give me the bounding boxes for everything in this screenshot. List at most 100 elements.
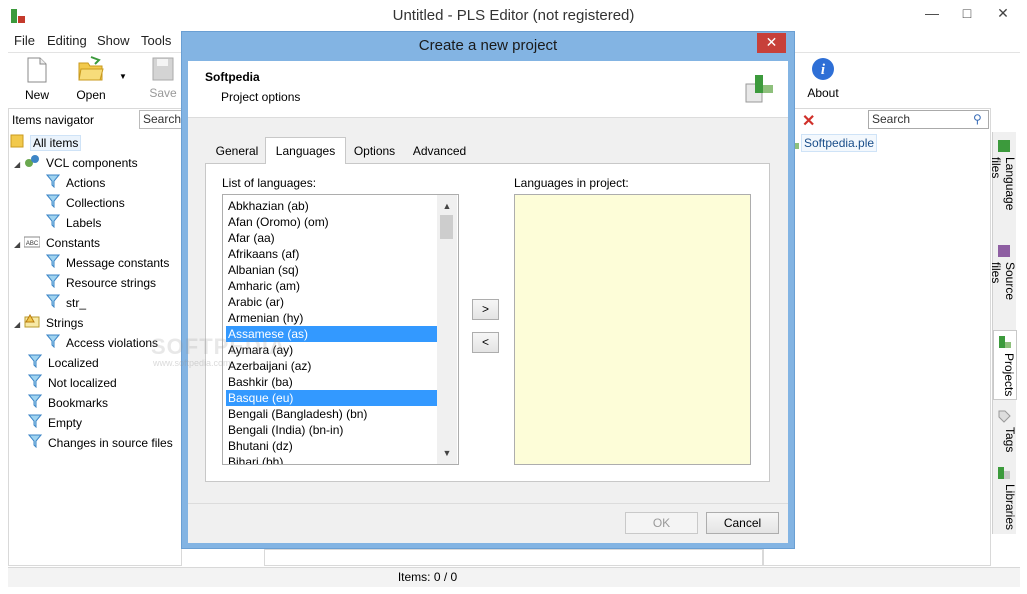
source-files-icon <box>997 244 1011 258</box>
tab-general[interactable]: General <box>209 140 265 163</box>
languages-listbox[interactable]: Abkhazian (ab) Afan (Oromo) (om) Afar (a… <box>222 194 459 465</box>
navigator-search-input[interactable]: Search <box>139 110 182 129</box>
list-item[interactable]: Bengali (Bangladesh) (bn) <box>226 406 438 422</box>
tree-label: Not localized <box>48 376 117 390</box>
list-item[interactable]: Afar (aa) <box>226 230 438 246</box>
tree-label: Resource strings <box>66 276 157 290</box>
save-label: Save <box>149 86 177 100</box>
about-button[interactable]: i About <box>803 57 843 100</box>
save-button[interactable]: Save <box>147 57 179 100</box>
tree-item-resource-strings[interactable]: Resource strings <box>45 273 157 293</box>
scrollbar-thumb[interactable] <box>440 215 453 239</box>
list-item-selected[interactable]: Basque (eu) <box>226 390 438 406</box>
tree-item-access-violations[interactable]: Access violations <box>45 333 159 354</box>
side-tab-label: Source files <box>989 262 1017 301</box>
active-tab-joiner <box>266 161 345 165</box>
collapse-arrow-icon[interactable]: ◢ <box>14 235 24 255</box>
list-item[interactable]: Armenian (hy) <box>226 310 438 326</box>
tree-item-labels[interactable]: Labels <box>45 213 101 234</box>
list-item[interactable]: Abkhazian (ab) <box>226 198 438 214</box>
filter-icon <box>27 354 43 374</box>
collapse-arrow-icon[interactable]: ◢ <box>14 315 24 335</box>
side-tab-libraries[interactable]: Libraries <box>993 462 1017 532</box>
open-label: Open <box>76 88 106 102</box>
tree-label: Localized <box>48 356 99 370</box>
maximize-button[interactable]: □ <box>950 0 984 28</box>
list-item[interactable]: Bhutani (dz) <box>226 438 438 454</box>
ok-button[interactable]: OK <box>625 512 698 534</box>
filter-icon <box>45 194 61 214</box>
project-languages-listbox[interactable] <box>514 194 751 465</box>
info-icon: i <box>812 58 834 80</box>
menu-show[interactable]: Show <box>97 33 130 48</box>
tree-item-bookmarks[interactable]: Bookmarks <box>27 393 108 414</box>
about-label: About <box>807 86 839 100</box>
tab-options[interactable]: Options <box>346 140 403 163</box>
tree-item-empty[interactable]: Empty <box>27 413 82 433</box>
add-language-button[interactable]: > <box>472 299 499 320</box>
side-tab-label: Language files <box>989 157 1017 211</box>
scroll-up-arrow-icon[interactable]: ▲ <box>437 197 457 215</box>
tab-languages[interactable]: Languages <box>265 137 346 164</box>
tree-item-str[interactable]: str_ <box>45 293 86 313</box>
projects-search-input[interactable]: Search <box>868 110 989 129</box>
filter-icon <box>45 174 61 194</box>
list-item[interactable]: Afrikaans (af) <box>226 246 438 262</box>
tree-item-changes-in-source-files[interactable]: Changes in source files <box>27 433 173 454</box>
tree-item-localized[interactable]: Localized <box>27 353 99 374</box>
tree-item-message-constants[interactable]: Message constants <box>45 253 169 274</box>
dialog-heading: Softpedia <box>205 70 260 84</box>
filter-icon <box>45 334 61 354</box>
tree-item-actions[interactable]: Actions <box>45 173 105 194</box>
side-tab-tags[interactable]: Tags <box>993 405 1017 459</box>
side-tab-label: Tags <box>1003 427 1017 453</box>
tree-item-not-localized[interactable]: Not localized <box>27 373 117 393</box>
tree-item-constants[interactable]: ◢ ABC Constants <box>14 233 100 253</box>
filter-icon <box>27 434 43 454</box>
list-item[interactable]: Bengali (India) (bn-in) <box>226 422 438 438</box>
search-icon[interactable]: ⚲ <box>973 112 982 126</box>
tree-label: Strings <box>46 316 84 330</box>
menu-tools[interactable]: Tools <box>141 33 171 48</box>
save-disk-icon <box>152 57 174 81</box>
dialog-title: Create a new project <box>418 37 558 54</box>
tree-item-all-items[interactable]: All items <box>10 133 82 154</box>
project-file-item[interactable]: Softpedia.ple <box>801 134 878 152</box>
remove-language-button[interactable]: < <box>472 332 499 353</box>
folder-icon <box>10 134 24 154</box>
tree-label: Collections <box>66 196 125 210</box>
list-item[interactable]: Afan (Oromo) (om) <box>226 214 438 230</box>
minimize-button[interactable]: — <box>915 0 949 28</box>
menu-file[interactable]: File <box>14 33 35 48</box>
menu-editing[interactable]: Editing <box>47 33 87 48</box>
status-items-count: Items: 0 / 0 <box>397 570 458 584</box>
side-tab-language-files[interactable]: Language files <box>989 135 1017 233</box>
tab-advanced[interactable]: Advanced <box>405 140 474 163</box>
list-item[interactable]: Azerbaijani (az) <box>226 358 438 374</box>
side-tab-projects[interactable]: Projects <box>993 330 1017 400</box>
side-tab-label: Libraries <box>1003 484 1017 531</box>
new-button[interactable]: New <box>20 57 54 102</box>
list-item[interactable]: Arabic (ar) <box>226 294 438 310</box>
open-button[interactable]: Open <box>73 55 109 102</box>
filter-icon <box>45 254 61 274</box>
filter-icon <box>27 394 43 414</box>
close-window-button[interactable]: ✕ <box>986 0 1020 28</box>
tree-item-collections[interactable]: Collections <box>45 193 125 214</box>
list-item[interactable]: Bihari (bh) <box>226 454 438 464</box>
collapse-arrow-icon[interactable]: ◢ <box>14 155 24 175</box>
tree-item-vcl-components[interactable]: ◢ VCL components <box>14 153 138 173</box>
delete-icon[interactable]: ✕ <box>802 111 815 131</box>
filter-icon <box>45 214 61 234</box>
dialog-close-button[interactable]: ✕ <box>757 33 786 53</box>
tree-label: Access violations <box>66 336 159 350</box>
list-item[interactable]: Amharic (am) <box>226 278 438 294</box>
tree-item-strings[interactable]: ◢ Strings <box>14 313 83 333</box>
cancel-button[interactable]: Cancel <box>706 512 779 534</box>
side-tab-source-files[interactable]: Source files <box>989 240 1017 324</box>
list-item[interactable]: Bashkir (ba) <box>226 374 438 390</box>
window-title: Untitled - PLS Editor (not registered) <box>392 7 635 24</box>
list-item[interactable]: Albanian (sq) <box>226 262 438 278</box>
scroll-down-arrow-icon[interactable]: ▼ <box>437 444 457 462</box>
open-dropdown-arrow-icon[interactable]: ▼ <box>119 72 127 81</box>
